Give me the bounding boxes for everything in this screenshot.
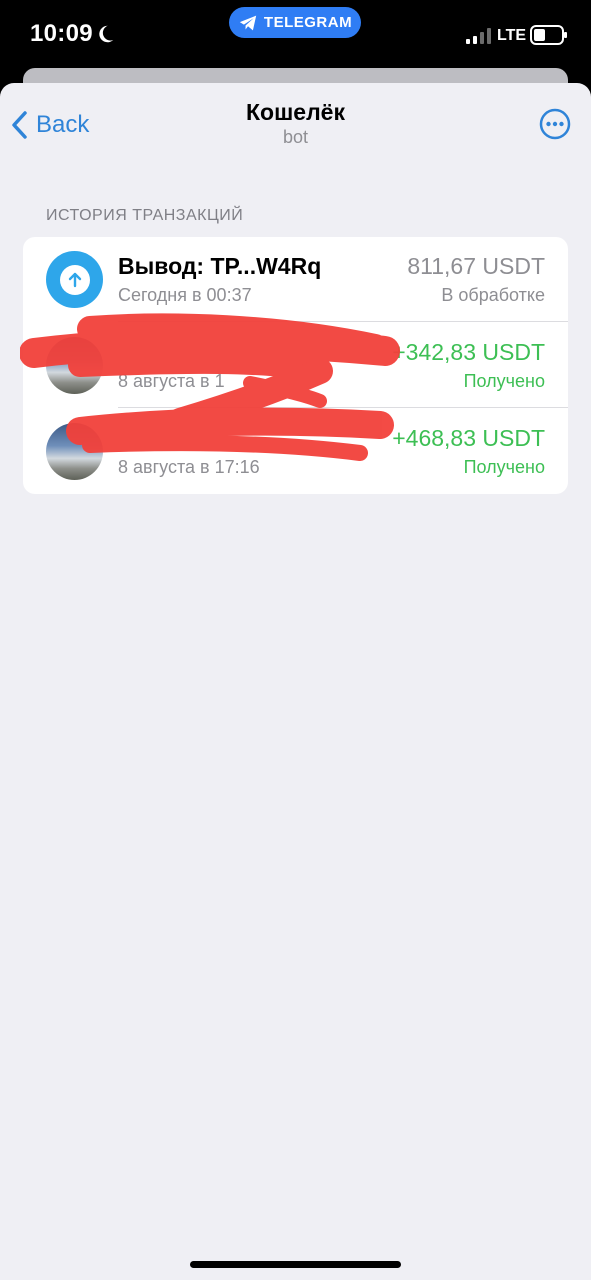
section-header: ИСТОРИЯ ТРАНЗАКЦИЙ	[46, 207, 244, 224]
transaction-row[interactable]: 8 августа в 1 +342,83 USDT Получено	[23, 323, 568, 408]
telegram-pill-label: TELEGRAM	[263, 14, 353, 31]
row-divider	[118, 321, 568, 322]
page-subtitle: bot	[282, 127, 309, 147]
transaction-title: Вывод: TP...W4Rq	[118, 253, 322, 279]
network-type: LTE	[497, 27, 527, 44]
sender-avatar	[46, 423, 103, 480]
wallet-sheet: Back Кошелёк bot ИСТОРИЯ ТРАНЗАКЦИЙ Выво…	[0, 83, 591, 1280]
ellipsis-circle-icon[interactable]	[539, 108, 571, 140]
transaction-date: 8 августа в 1	[118, 371, 225, 391]
transaction-date: Сегодня в 00:37	[118, 285, 252, 305]
transaction-date: 8 августа в 17:16	[118, 457, 260, 477]
transaction-row[interactable]: 8 августа в 17:16 +468,83 USDT Получено	[23, 409, 568, 494]
battery-icon	[530, 25, 567, 45]
telegram-return-pill[interactable]: TELEGRAM	[229, 7, 361, 38]
moon-icon	[99, 25, 114, 43]
arrow-up-icon	[59, 264, 90, 295]
transaction-row[interactable]: Вывод: TP...W4Rq Сегодня в 00:37 811,67 …	[23, 237, 568, 322]
transaction-amount: 811,67 USDT	[407, 253, 545, 279]
signal-icon	[466, 28, 491, 44]
transaction-status: Получено	[463, 371, 545, 391]
transaction-amount: +342,83 USDT	[392, 339, 545, 365]
row-divider	[118, 407, 568, 408]
sender-avatar	[46, 337, 103, 394]
home-indicator[interactable]	[190, 1261, 401, 1268]
transaction-status: В обработке	[441, 285, 545, 305]
transaction-list: Вывод: TP...W4Rq Сегодня в 00:37 811,67 …	[23, 237, 568, 494]
status-bar: 10:09 TELEGRAM LTE	[0, 0, 591, 70]
telegram-icon	[239, 15, 257, 30]
transaction-amount: +468,83 USDT	[392, 425, 545, 451]
page-title: Кошелёк	[246, 99, 345, 125]
status-time: 10:09	[30, 20, 93, 47]
navigation-bar: Back Кошелёк bot	[0, 83, 591, 163]
withdrawal-avatar	[46, 251, 103, 308]
transaction-status: Получено	[463, 457, 545, 477]
